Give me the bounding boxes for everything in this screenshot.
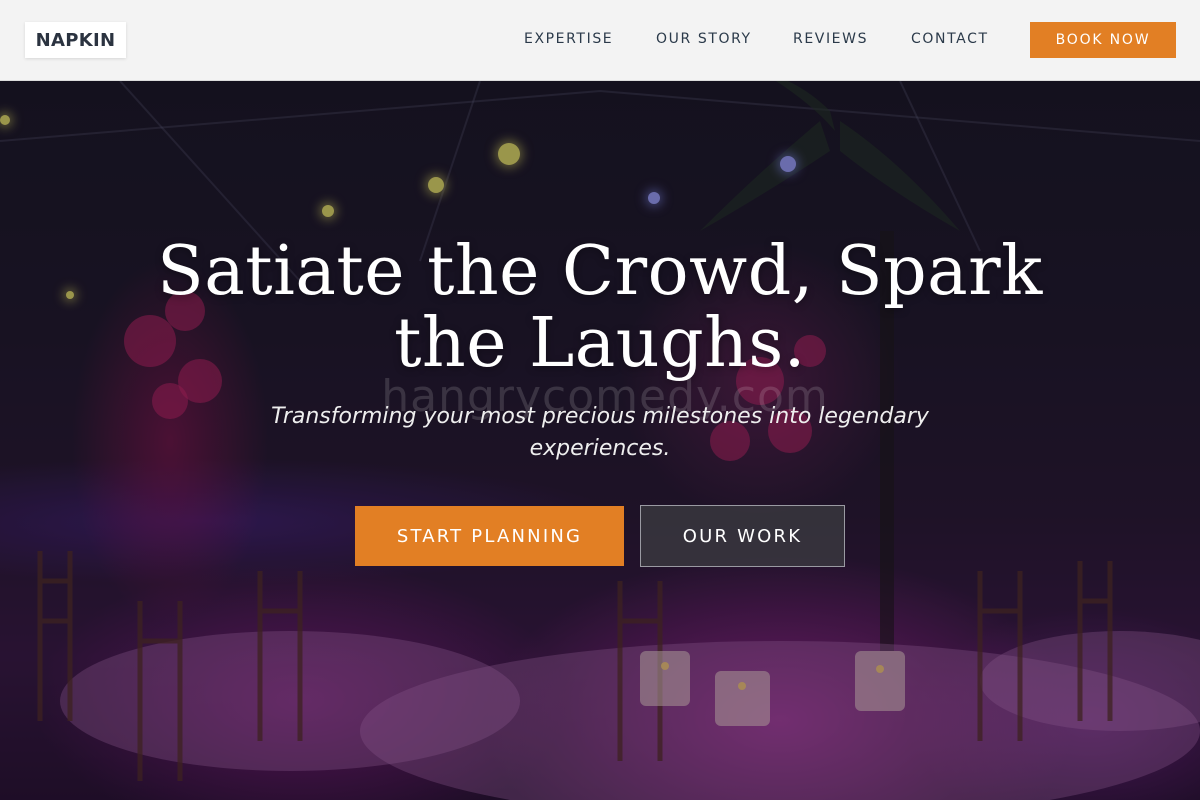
- book-now-button[interactable]: BOOK NOW: [1030, 22, 1176, 58]
- hero-subtitle: Transforming your most precious mileston…: [271, 404, 929, 461]
- hero-title-line-2: the Laughs.: [394, 304, 806, 383]
- our-work-button[interactable]: OUR WORK: [640, 505, 845, 567]
- hero-section: Satiate the Crowd, Spark the Laughs. han…: [0, 81, 1200, 800]
- hero-title: Satiate the Crowd, Spark the Laughs.: [150, 236, 1050, 380]
- nav-link-reviews[interactable]: REVIEWS: [793, 31, 868, 47]
- site-header: NAPKIN EXPERTISE OUR STORY REVIEWS CONTA…: [0, 0, 1200, 81]
- nav-link-our-story[interactable]: OUR STORY: [656, 31, 752, 47]
- nav-link-expertise[interactable]: EXPERTISE: [524, 31, 613, 47]
- hero-title-line-1: Satiate the Crowd, Spark: [157, 232, 1043, 311]
- start-planning-button[interactable]: START PLANNING: [355, 506, 624, 566]
- nav-link-contact[interactable]: CONTACT: [911, 31, 989, 47]
- logo[interactable]: NAPKIN: [25, 22, 126, 58]
